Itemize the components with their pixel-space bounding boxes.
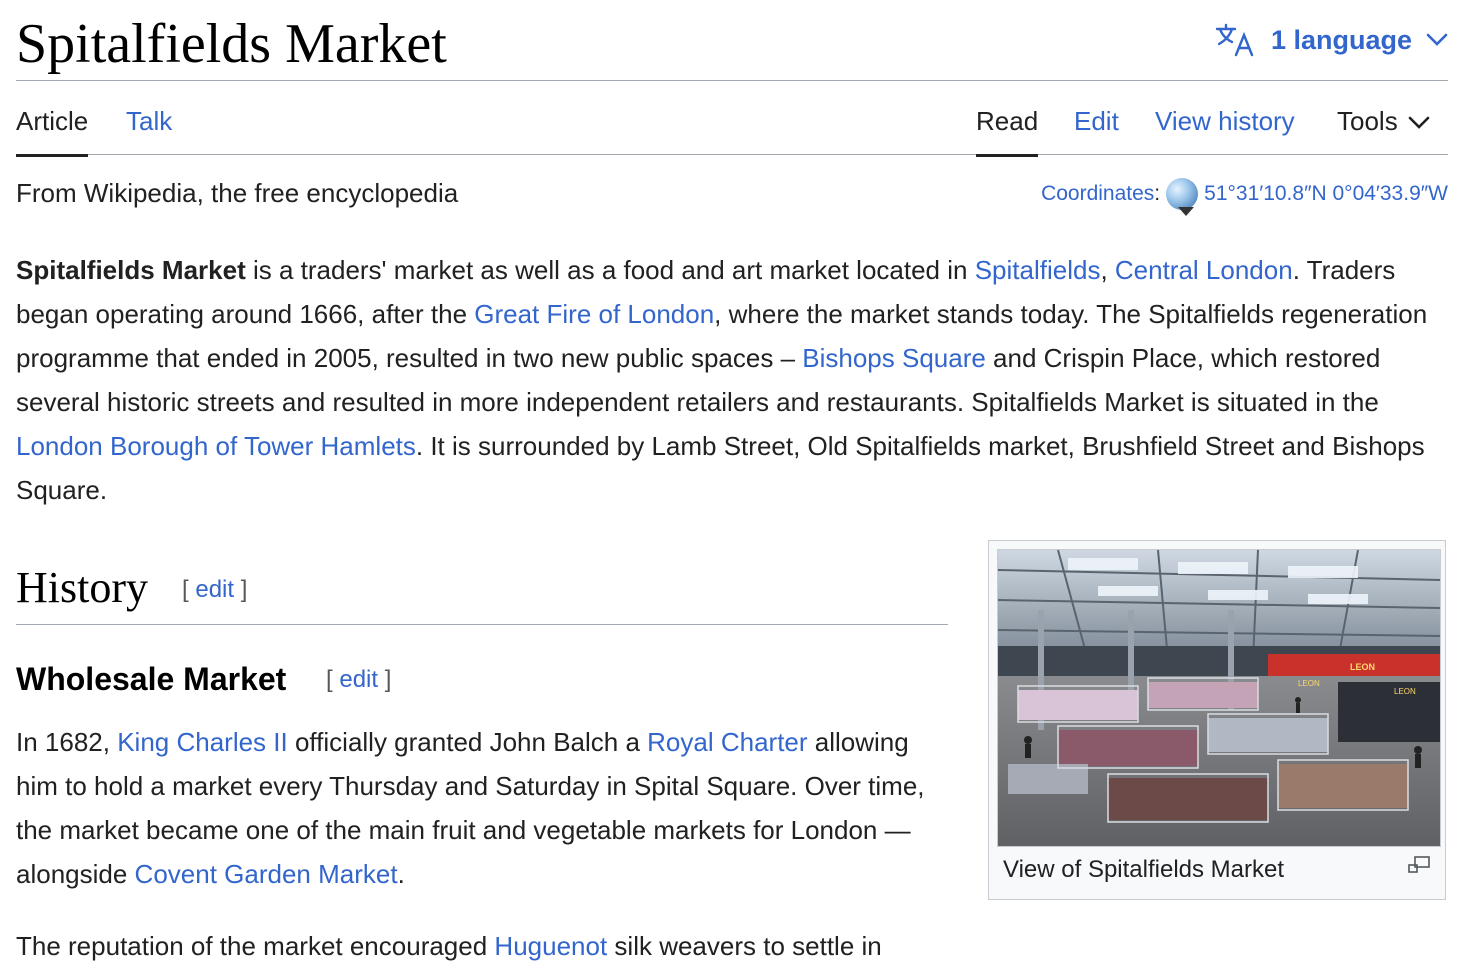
- tab-edit[interactable]: Edit: [1074, 104, 1119, 154]
- coordinates-label-link[interactable]: Coordinates: [1041, 182, 1154, 205]
- link-spitalfields[interactable]: Spitalfields: [975, 255, 1101, 285]
- edit-section-link[interactable]: edit: [195, 576, 234, 603]
- tools-label: Tools: [1337, 106, 1398, 136]
- tools-menu[interactable]: Tools: [1337, 104, 1430, 154]
- link-covent-garden-market[interactable]: Covent Garden Market: [135, 859, 398, 889]
- body-text: silk weavers to settle in: [607, 931, 882, 961]
- article-subject-bold: Spitalfields Market: [16, 255, 246, 285]
- site-tagline: From Wikipedia, the free encyclopedia: [16, 178, 459, 208]
- magnify-icon[interactable]: [1407, 855, 1431, 875]
- market-photo[interactable]: LEON LEON LEON: [997, 549, 1441, 847]
- tab-talk[interactable]: Talk: [126, 104, 172, 154]
- section-edit-history: [ edit ]: [182, 576, 247, 604]
- bracket: ]: [234, 576, 248, 603]
- link-central-london[interactable]: Central London: [1115, 255, 1293, 285]
- page-tabs: Article Talk Read Edit View history Tool…: [16, 80, 1448, 157]
- coordinates-value-link[interactable]: 51°31′10.8″N 0°04′33.9″W: [1204, 179, 1448, 209]
- language-label: 1 language: [1270, 24, 1412, 55]
- body-text: In 1682,: [16, 727, 118, 757]
- body-text: The reputation of the market encouraged: [16, 931, 495, 961]
- link-huguenot[interactable]: Huguenot: [494, 931, 607, 961]
- title-bar: Spitalfields Market 1 language: [16, 8, 1448, 81]
- bracket: ]: [378, 666, 392, 693]
- language-button[interactable]: 1 language: [1215, 22, 1448, 58]
- shop-sign: LEON: [1394, 687, 1416, 696]
- section-edit-wholesale: [ edit ]: [326, 666, 391, 694]
- edit-section-link[interactable]: edit: [339, 666, 378, 693]
- lead-text: is a traders' market as well as a food a…: [245, 255, 975, 285]
- lead-text: ,: [1100, 255, 1115, 285]
- link-bishops-square[interactable]: Bishops Square: [802, 343, 986, 373]
- link-royal-charter[interactable]: Royal Charter: [647, 727, 807, 757]
- section-heading-history: History: [16, 563, 148, 612]
- tab-read[interactable]: Read: [976, 104, 1039, 157]
- shop-sign: LEON: [1350, 662, 1375, 672]
- bracket: [: [182, 576, 196, 603]
- lead-paragraph: Spitalfields Market is a traders' market…: [16, 248, 1436, 512]
- tab-article[interactable]: Article: [16, 104, 89, 157]
- body-paragraph: In 1682, King Charles II officially gran…: [16, 720, 956, 896]
- globe-icon[interactable]: [1166, 178, 1199, 216]
- bracket: [: [326, 666, 340, 693]
- section-heading-wholesale: Wholesale Market: [16, 661, 287, 697]
- shop-sign: LEON: [1298, 679, 1320, 688]
- section-history: History [ edit ]: [16, 556, 948, 625]
- body-text: .: [397, 859, 405, 889]
- chevron-down-icon: [1408, 104, 1430, 138]
- translate-icon: [1215, 22, 1257, 58]
- figure-thumbnail: LEON LEON LEON View of Spitalfields Mark…: [988, 540, 1446, 900]
- figure-caption: View of Spitalfields Market: [1003, 856, 1285, 883]
- link-tower-hamlets[interactable]: London Borough of Tower Hamlets: [16, 431, 416, 461]
- body-text: officially granted John Balch a: [287, 727, 648, 757]
- page-title: Spitalfields Market: [16, 13, 447, 75]
- body-paragraph: The reputation of the market encouraged …: [16, 924, 956, 968]
- coordinates: Coordinates: 51°31′10.8″N 0°04′33.9″W: [1041, 178, 1448, 216]
- chevron-down-icon: [1426, 33, 1448, 47]
- tab-view-history[interactable]: View history: [1155, 104, 1295, 154]
- link-king-charles-ii[interactable]: King Charles II: [117, 727, 288, 757]
- coordinates-colon: :: [1154, 182, 1161, 205]
- link-great-fire-of-london[interactable]: Great Fire of London: [474, 299, 714, 329]
